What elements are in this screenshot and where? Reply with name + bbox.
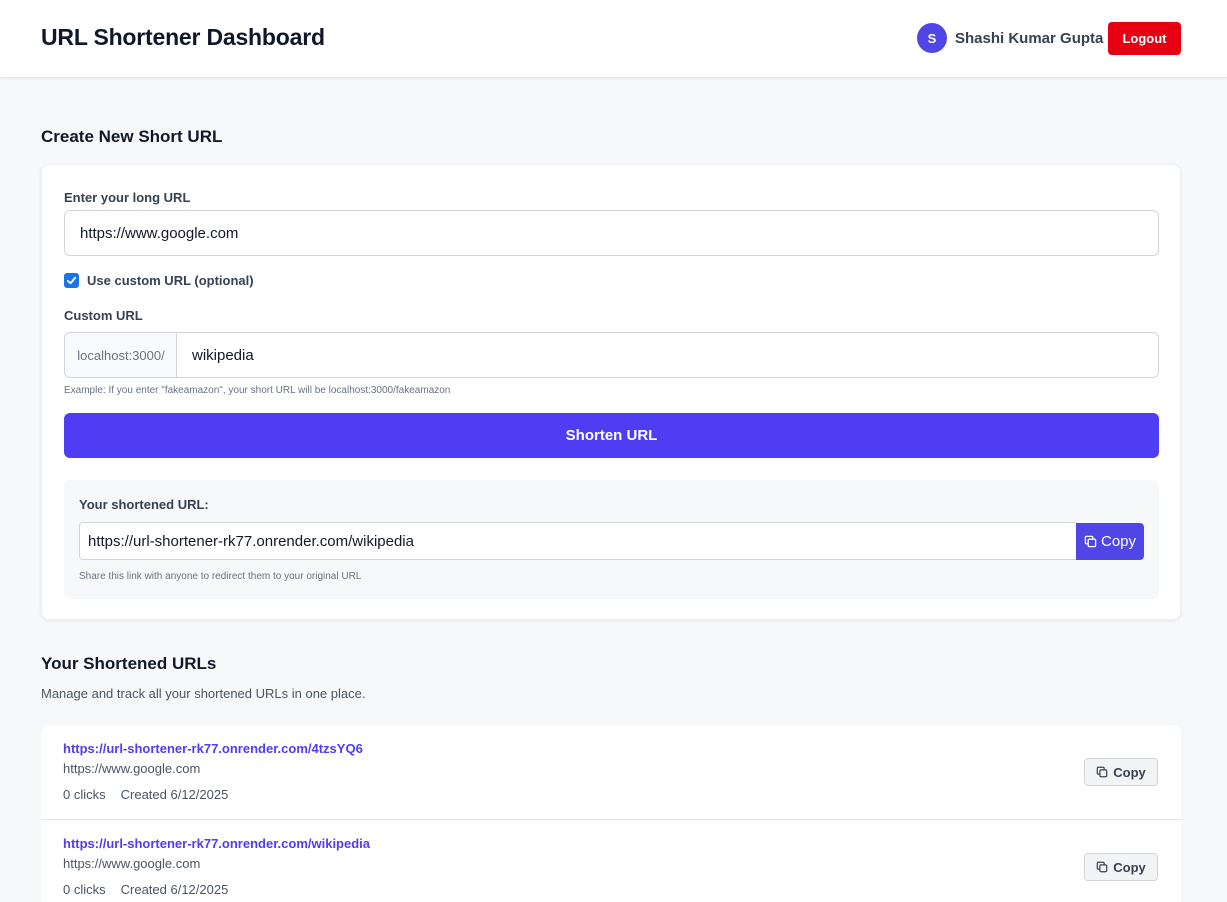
click-count: 0 clicks [63, 787, 106, 802]
row-copy-button[interactable]: Copy [1084, 853, 1158, 881]
user-name: Shashi Kumar Gupta [955, 30, 1104, 47]
copy-icon [1096, 861, 1108, 873]
row-copy-label: Copy [1113, 859, 1146, 875]
shortened-url-field[interactable] [79, 522, 1077, 560]
list-item: https://url-shortener-rk77.onrender.com/… [41, 725, 1181, 820]
copy-icon [1084, 535, 1097, 548]
custom-url-label: Custom URL [64, 308, 143, 323]
create-card: Enter your long URL Use custom URL (opti… [41, 164, 1181, 620]
custom-url-prefix: localhost:3000/ [64, 332, 177, 378]
row-copy-label: Copy [1113, 764, 1146, 780]
row-copy-button[interactable]: Copy [1084, 758, 1158, 786]
original-url: https://www.google.com [63, 761, 201, 776]
avatar[interactable]: S [917, 23, 947, 53]
click-count: 0 clicks [63, 882, 106, 897]
short-url-link[interactable]: https://url-shortener-rk77.onrender.com/… [63, 741, 363, 756]
custom-url-toggle[interactable]: Use custom URL (optional) [64, 273, 254, 288]
check-icon [66, 276, 77, 285]
logout-button[interactable]: Logout [1108, 22, 1181, 55]
created-date: Created 6/12/2025 [120, 787, 229, 802]
app-title: URL Shortener Dashboard [41, 24, 325, 50]
custom-url-hint: Example: If you enter "fakeamazon", your… [64, 385, 451, 396]
list-subtitle: Manage and track all your shortened URLs… [41, 686, 366, 701]
url-meta: 0 clicks Created 6/12/2025 [63, 787, 228, 802]
long-url-label: Enter your long URL [64, 190, 191, 205]
list-item: https://url-shortener-rk77.onrender.com/… [41, 820, 1181, 902]
custom-url-checkbox[interactable] [64, 273, 79, 288]
long-url-input[interactable] [64, 210, 1159, 256]
result-box: Your shortened URL: Copy Share this link… [64, 480, 1159, 599]
created-date: Created 6/12/2025 [120, 882, 229, 897]
copy-icon [1096, 766, 1108, 778]
short-url-link[interactable]: https://url-shortener-rk77.onrender.com/… [63, 836, 370, 851]
result-hint: Share this link with anyone to redirect … [79, 571, 362, 582]
result-copy-label: Copy [1100, 533, 1137, 550]
url-meta: 0 clicks Created 6/12/2025 [63, 882, 228, 897]
top-bar: URL Shortener Dashboard S Shashi Kumar G… [0, 0, 1227, 78]
custom-url-input[interactable] [176, 332, 1159, 378]
shorten-url-button[interactable]: Shorten URL [64, 413, 1159, 458]
result-label: Your shortened URL: [79, 497, 209, 512]
result-copy-button[interactable]: Copy [1076, 523, 1144, 560]
original-url: https://www.google.com [63, 856, 201, 871]
list-section-title: Your Shortened URLs [41, 654, 217, 673]
custom-url-checkbox-label: Use custom URL (optional) [87, 273, 254, 288]
create-section-title: Create New Short URL [41, 127, 223, 146]
